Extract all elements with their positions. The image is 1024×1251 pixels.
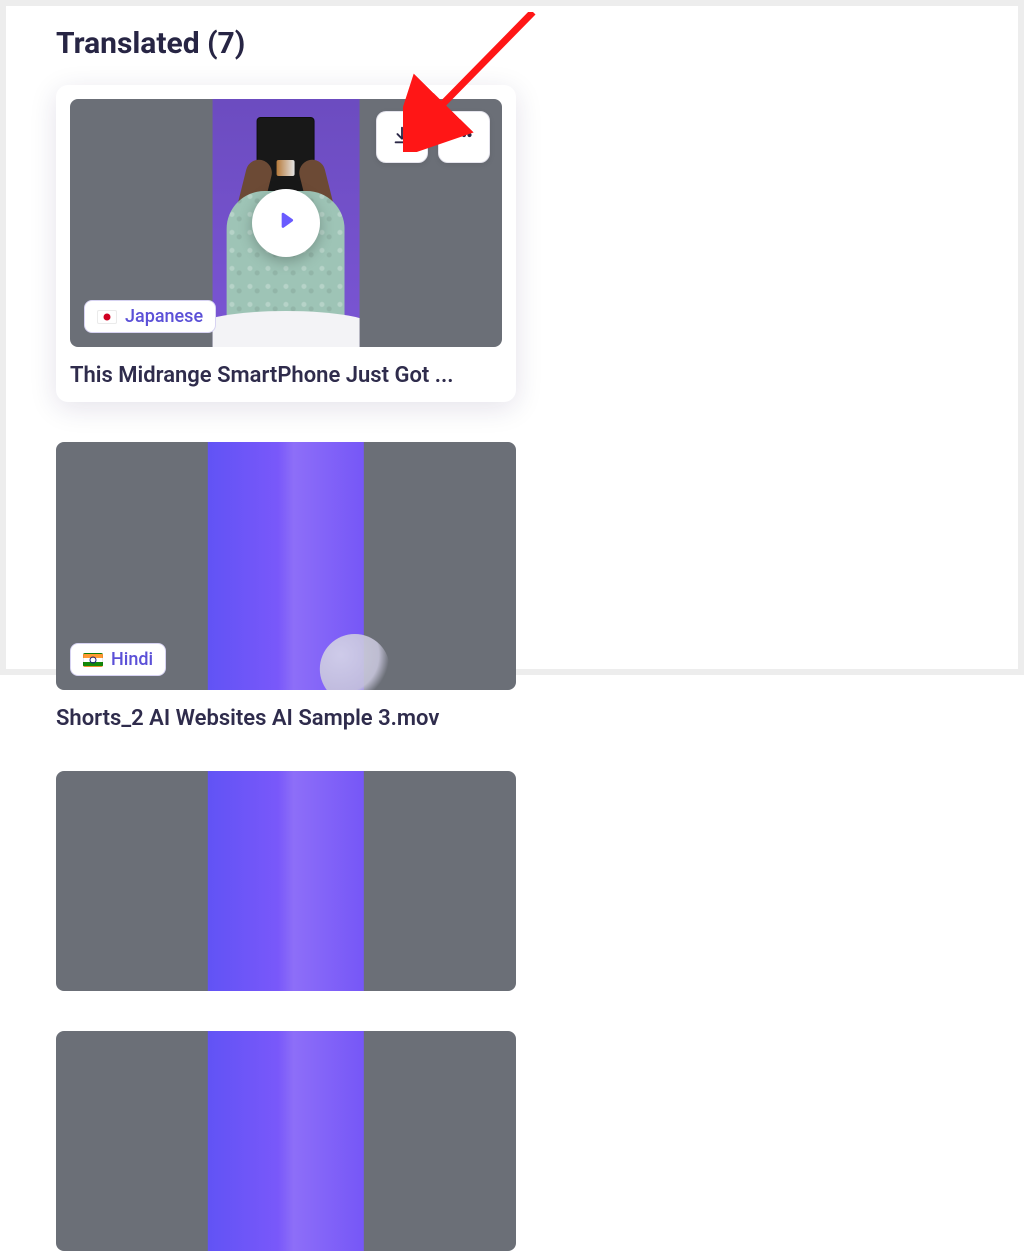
section-heading: Translated (7): [56, 26, 968, 61]
video-grid: Japanese This Midrange SmartPhone Just G…: [56, 85, 968, 1251]
download-icon: [391, 124, 413, 150]
language-tag: Hindi: [70, 643, 166, 676]
video-thumbnail[interactable]: [56, 771, 516, 991]
thumbnail-preview: [208, 442, 364, 690]
language-label: Japanese: [125, 306, 203, 327]
flag-icon: [83, 653, 103, 667]
more-button[interactable]: [438, 111, 490, 163]
thumbnail-preview: [208, 1031, 364, 1251]
video-card[interactable]: Hindi Shorts_2 AI Websites AI Sample 3.m…: [56, 442, 516, 731]
video-card[interactable]: [56, 1031, 516, 1251]
flag-icon: [97, 310, 117, 324]
video-title: This Midrange SmartPhone Just Got ...: [70, 363, 502, 388]
video-thumbnail[interactable]: [56, 1031, 516, 1251]
download-button[interactable]: [376, 111, 428, 163]
language-tag: Japanese: [84, 300, 216, 333]
more-icon: [453, 124, 475, 150]
play-icon: [273, 208, 299, 238]
thumbnail-preview: [208, 771, 364, 991]
video-card[interactable]: [56, 771, 516, 991]
video-card[interactable]: Japanese This Midrange SmartPhone Just G…: [56, 85, 516, 402]
language-label: Hindi: [111, 649, 153, 670]
video-thumbnail[interactable]: Hindi: [56, 442, 516, 690]
video-title: Shorts_2 AI Websites AI Sample 3.mov: [56, 706, 516, 731]
play-button[interactable]: [252, 189, 320, 257]
video-thumbnail[interactable]: Japanese: [70, 99, 502, 347]
